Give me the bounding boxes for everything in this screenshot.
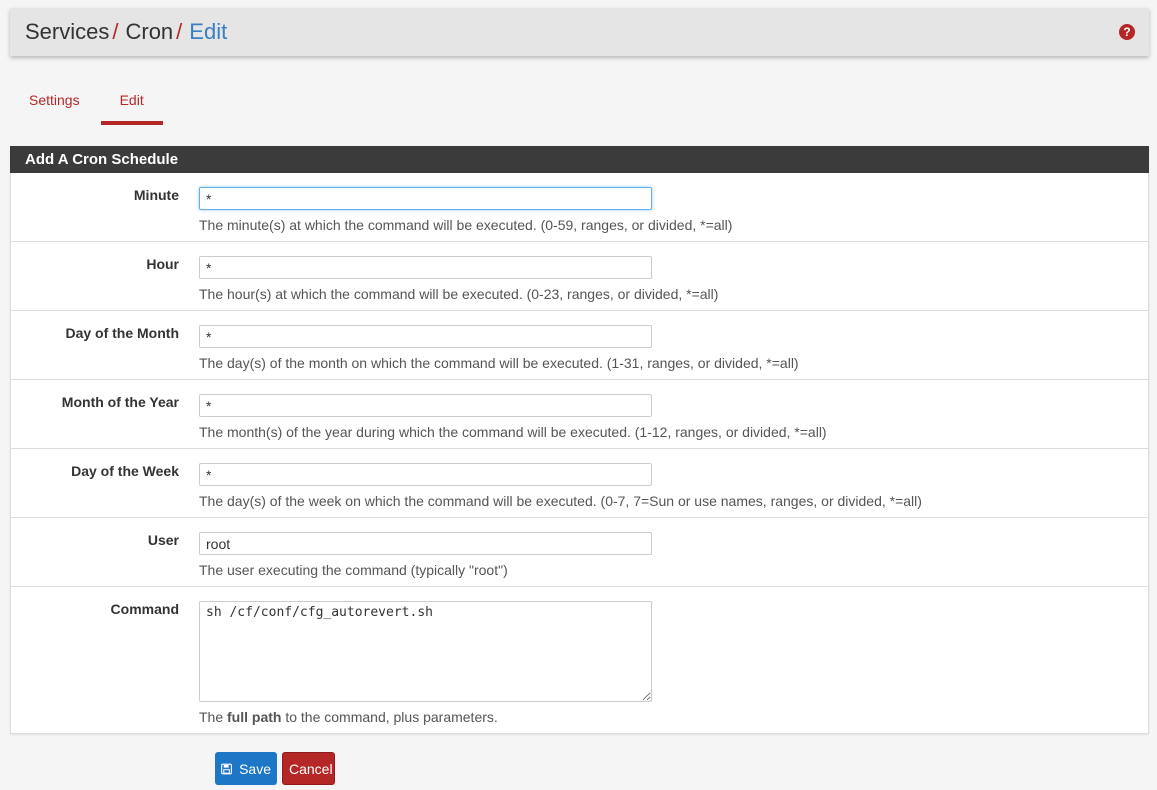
minute-help: The minute(s) at which the command will …	[199, 217, 733, 233]
hour-help: The hour(s) at which the command will be…	[199, 286, 719, 302]
tab-bar: Settings Edit	[10, 78, 163, 125]
breadcrumb: Services / Cron / Edit	[25, 19, 227, 45]
command-help-prefix: The	[199, 709, 228, 725]
hour-label: Hour	[146, 256, 179, 272]
user-input[interactable]	[199, 532, 652, 555]
form-row-minute: Minute The minute(s) at which the comman…	[11, 173, 1148, 242]
form-row-command: Command sh /cf/conf/cfg_autorevert.sh Th…	[11, 587, 1148, 747]
save-button[interactable]: Save	[215, 752, 277, 785]
day-of-month-label: Day of the Month	[65, 325, 179, 341]
form-row-hour: Hour The hour(s) at which the command wi…	[11, 242, 1148, 311]
save-label: Save	[239, 760, 271, 777]
cron-form-panel: Add A Cron Schedule Minute The minute(s)…	[10, 146, 1149, 734]
cancel-button[interactable]: Cancel	[282, 752, 335, 785]
form-row-day-of-week: Day of the Week The day(s) of the week o…	[11, 449, 1148, 518]
day-of-week-help: The day(s) of the week on which the comm…	[199, 493, 922, 509]
form-row-user: User The user executing the command (typ…	[11, 518, 1148, 587]
command-label: Command	[110, 601, 179, 617]
month-of-year-label: Month of the Year	[61, 394, 179, 410]
question-icon[interactable]: ?	[1119, 24, 1135, 40]
command-help-bold: full path	[227, 709, 282, 725]
form-row-day-of-month: Day of the Month The day(s) of the month…	[11, 311, 1148, 380]
day-of-week-label: Day of the Week	[71, 463, 179, 479]
breadcrumb-services[interactable]: Services	[25, 19, 109, 45]
panel-title: Add A Cron Schedule	[10, 146, 1149, 173]
command-help-suffix: to the command, plus parameters.	[281, 709, 498, 725]
breadcrumb-separator: /	[176, 19, 183, 44]
command-textarea[interactable]: sh /cf/conf/cfg_autorevert.sh	[199, 601, 652, 702]
header-bar: Services / Cron / Edit ?	[10, 8, 1149, 56]
breadcrumb-cron[interactable]: Cron	[125, 19, 173, 45]
minute-label: Minute	[133, 187, 179, 203]
breadcrumb-separator: /	[112, 19, 119, 44]
breadcrumb-edit[interactable]: Edit	[189, 19, 227, 45]
day-of-month-help: The day(s) of the month on which the com…	[199, 355, 799, 371]
minute-input[interactable]	[199, 187, 652, 210]
day-of-week-input[interactable]	[199, 463, 652, 486]
month-of-year-help: The month(s) of the year during which th…	[199, 424, 827, 440]
user-label: User	[147, 532, 179, 548]
form-buttons: Save Cancel	[215, 752, 335, 785]
tab-settings[interactable]: Settings	[10, 78, 99, 125]
hour-input[interactable]	[199, 256, 652, 279]
command-help: The full path to the command, plus param…	[199, 709, 652, 725]
day-of-month-input[interactable]	[199, 325, 652, 348]
user-help: The user executing the command (typicall…	[199, 562, 508, 578]
month-of-year-input[interactable]	[199, 394, 652, 417]
form-row-month-of-year: Month of the Year The month(s) of the ye…	[11, 380, 1148, 449]
tab-edit[interactable]: Edit	[100, 78, 163, 125]
floppy-disk-icon	[221, 763, 232, 774]
